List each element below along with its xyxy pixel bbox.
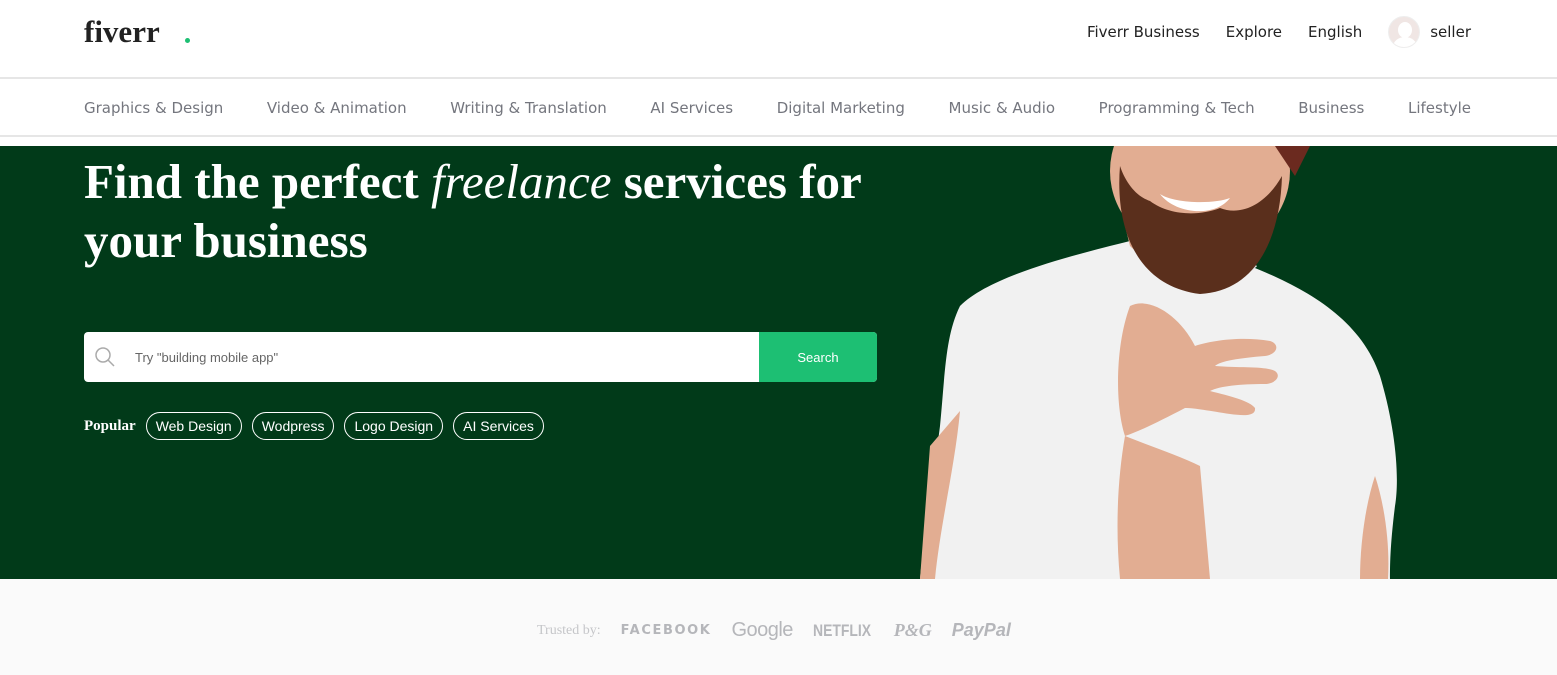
- trusted-by-section: Trusted by: FACEBOOK Google NETFLIX P&G …: [0, 579, 1557, 675]
- category-writing-translation[interactable]: Writing & Translation: [450, 99, 607, 117]
- hero-person-image: [920, 146, 1397, 579]
- logo-dot: [185, 38, 190, 43]
- brand-google: Google: [731, 619, 793, 641]
- hero-headline: Find the perfect freelance services for …: [84, 152, 904, 270]
- popular-tag-logo-design[interactable]: Logo Design: [344, 412, 444, 440]
- search-bar: Search: [84, 332, 877, 382]
- brand-paypal: PayPal: [951, 620, 1011, 640]
- nav-language[interactable]: English: [1308, 23, 1362, 41]
- search-input[interactable]: [84, 332, 759, 382]
- popular-tag-ai-services[interactable]: AI Services: [453, 412, 544, 440]
- trusted-label: Trusted by:: [537, 622, 601, 638]
- category-ai-services[interactable]: AI Services: [650, 99, 733, 117]
- headline-pre: Find the perfect: [84, 154, 431, 209]
- brand-netflix: NETFLIX: [812, 620, 872, 640]
- category-lifestyle[interactable]: Lifestyle: [1408, 99, 1471, 117]
- user-name[interactable]: seller: [1430, 23, 1471, 41]
- hero-section: Find the perfect freelance services for …: [0, 146, 1557, 579]
- category-programming-tech[interactable]: Programming & Tech: [1099, 99, 1255, 117]
- popular-tag-web-design[interactable]: Web Design: [145, 412, 242, 440]
- popular-tags: Popular Web Design Wodpress Logo Design …: [84, 412, 544, 440]
- category-graphics-design[interactable]: Graphics & Design: [84, 99, 223, 117]
- site-header: fiverr Fiverr Business Explore English s…: [0, 0, 1557, 79]
- popular-label: Popular: [84, 417, 136, 434]
- headline-emphasis: freelance: [431, 154, 612, 209]
- search-button[interactable]: Search: [759, 332, 877, 382]
- nav-explore[interactable]: Explore: [1226, 23, 1282, 41]
- category-digital-marketing[interactable]: Digital Marketing: [777, 99, 905, 117]
- brand-pg: P&G: [893, 620, 932, 640]
- category-music-audio[interactable]: Music & Audio: [949, 99, 1056, 117]
- category-business[interactable]: Business: [1298, 99, 1364, 117]
- search-icon: [95, 347, 115, 367]
- fiverr-logo[interactable]: fiverr: [84, 14, 160, 50]
- category-bar: Graphics & Design Video & Animation Writ…: [0, 81, 1557, 137]
- top-nav: Fiverr Business Explore English seller: [1087, 15, 1471, 49]
- category-video-animation[interactable]: Video & Animation: [267, 99, 407, 117]
- brand-facebook: FACEBOOK: [620, 623, 712, 638]
- popular-tag-wordpress[interactable]: Wodpress: [251, 412, 335, 440]
- user-avatar-icon[interactable]: [1388, 16, 1421, 48]
- user-menu[interactable]: seller: [1388, 16, 1471, 48]
- nav-fiverr-business[interactable]: Fiverr Business: [1087, 23, 1200, 41]
